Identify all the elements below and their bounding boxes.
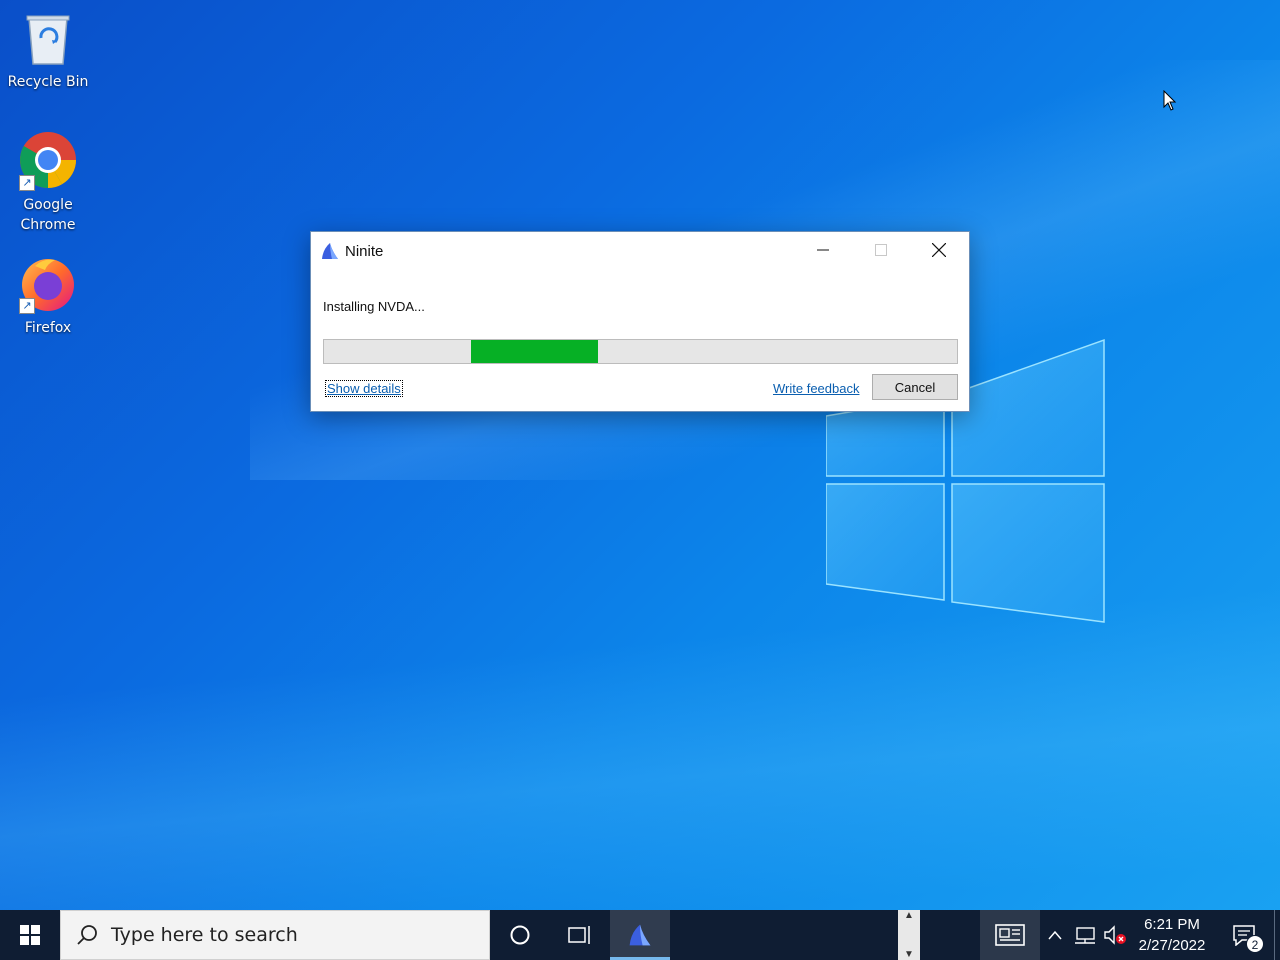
news-and-interests-button[interactable] xyxy=(980,910,1040,960)
minimize-button[interactable] xyxy=(794,232,852,268)
show-desktop-button[interactable] xyxy=(1274,910,1280,960)
dialog-title: Ninite xyxy=(345,242,384,260)
chrome-icon: ↗ xyxy=(19,131,77,191)
ninite-dialog: Ninite Installing NVDA... Show details W… xyxy=(310,231,970,412)
desktop: Recycle Bin ↗ Google Chrome ↗ Firefox Ni… xyxy=(0,0,1280,910)
close-button[interactable] xyxy=(910,232,968,268)
ninite-icon xyxy=(629,924,651,946)
shortcut-arrow-icon: ↗ xyxy=(19,175,35,191)
clock-time: 6:21 PM xyxy=(1144,916,1200,933)
shortcut-arrow-icon: ↗ xyxy=(19,298,35,314)
maximize-button xyxy=(852,232,910,268)
taskbar-search-box[interactable]: Type here to search xyxy=(60,910,490,960)
news-icon xyxy=(995,924,1025,946)
desktop-icon-recycle-bin[interactable]: Recycle Bin xyxy=(3,8,93,92)
cancel-button[interactable]: Cancel xyxy=(872,374,958,400)
network-icon xyxy=(1075,927,1095,944)
mouse-cursor-icon xyxy=(1163,90,1177,111)
task-view-icon xyxy=(568,926,590,944)
show-details-link[interactable]: Show details xyxy=(325,380,403,397)
search-placeholder: Type here to search xyxy=(111,924,298,946)
chevron-down-icon[interactable]: ▼ xyxy=(904,949,914,960)
desktop-icon-label: Google Chrome xyxy=(20,197,76,233)
network-button[interactable] xyxy=(1072,910,1098,960)
ninite-icon xyxy=(322,243,338,259)
taskbar-ninite-app[interactable] xyxy=(610,910,670,960)
task-view-button[interactable] xyxy=(550,910,610,960)
cortana-button[interactable] xyxy=(490,910,550,960)
volume-button[interactable] xyxy=(1102,910,1128,960)
taskbar: Type here to search ▲ ▼ 6:21 PM 2/27/202… xyxy=(0,910,1280,960)
recycle-bin-icon xyxy=(19,8,77,66)
chevron-up-icon xyxy=(1048,930,1062,940)
desktop-icon-label: Firefox xyxy=(24,320,72,336)
clock-date: 2/27/2022 xyxy=(1138,937,1206,954)
volume-muted-icon xyxy=(1104,925,1126,945)
install-status-text: Installing NVDA... xyxy=(323,299,425,314)
desktop-icon-label: Recycle Bin xyxy=(7,74,89,90)
search-icon xyxy=(77,925,97,945)
action-center-button[interactable]: 2 xyxy=(1222,910,1266,960)
progress-bar-fill xyxy=(471,340,598,363)
taskbar-scroll-control[interactable]: ▲ ▼ xyxy=(898,910,920,960)
cortana-circle-icon xyxy=(510,925,530,945)
write-feedback-link[interactable]: Write feedback xyxy=(773,381,859,396)
chevron-up-icon[interactable]: ▲ xyxy=(904,910,914,921)
desktop-icon-firefox[interactable]: ↗ Firefox xyxy=(3,254,93,338)
desktop-icon-chrome[interactable]: ↗ Google Chrome xyxy=(3,131,93,235)
firefox-icon: ↗ xyxy=(19,254,77,314)
windows-start-icon xyxy=(20,925,40,945)
show-hidden-icons-button[interactable] xyxy=(1043,910,1067,960)
close-icon xyxy=(932,243,946,257)
taskbar-clock[interactable]: 6:21 PM 2/27/2022 xyxy=(1134,914,1210,956)
install-progress-bar xyxy=(323,339,958,364)
dialog-titlebar[interactable]: Ninite xyxy=(311,232,969,270)
notification-count-badge: 2 xyxy=(1246,935,1264,953)
maximize-icon xyxy=(875,244,887,256)
minimize-icon xyxy=(817,249,829,251)
start-button[interactable] xyxy=(0,910,60,960)
